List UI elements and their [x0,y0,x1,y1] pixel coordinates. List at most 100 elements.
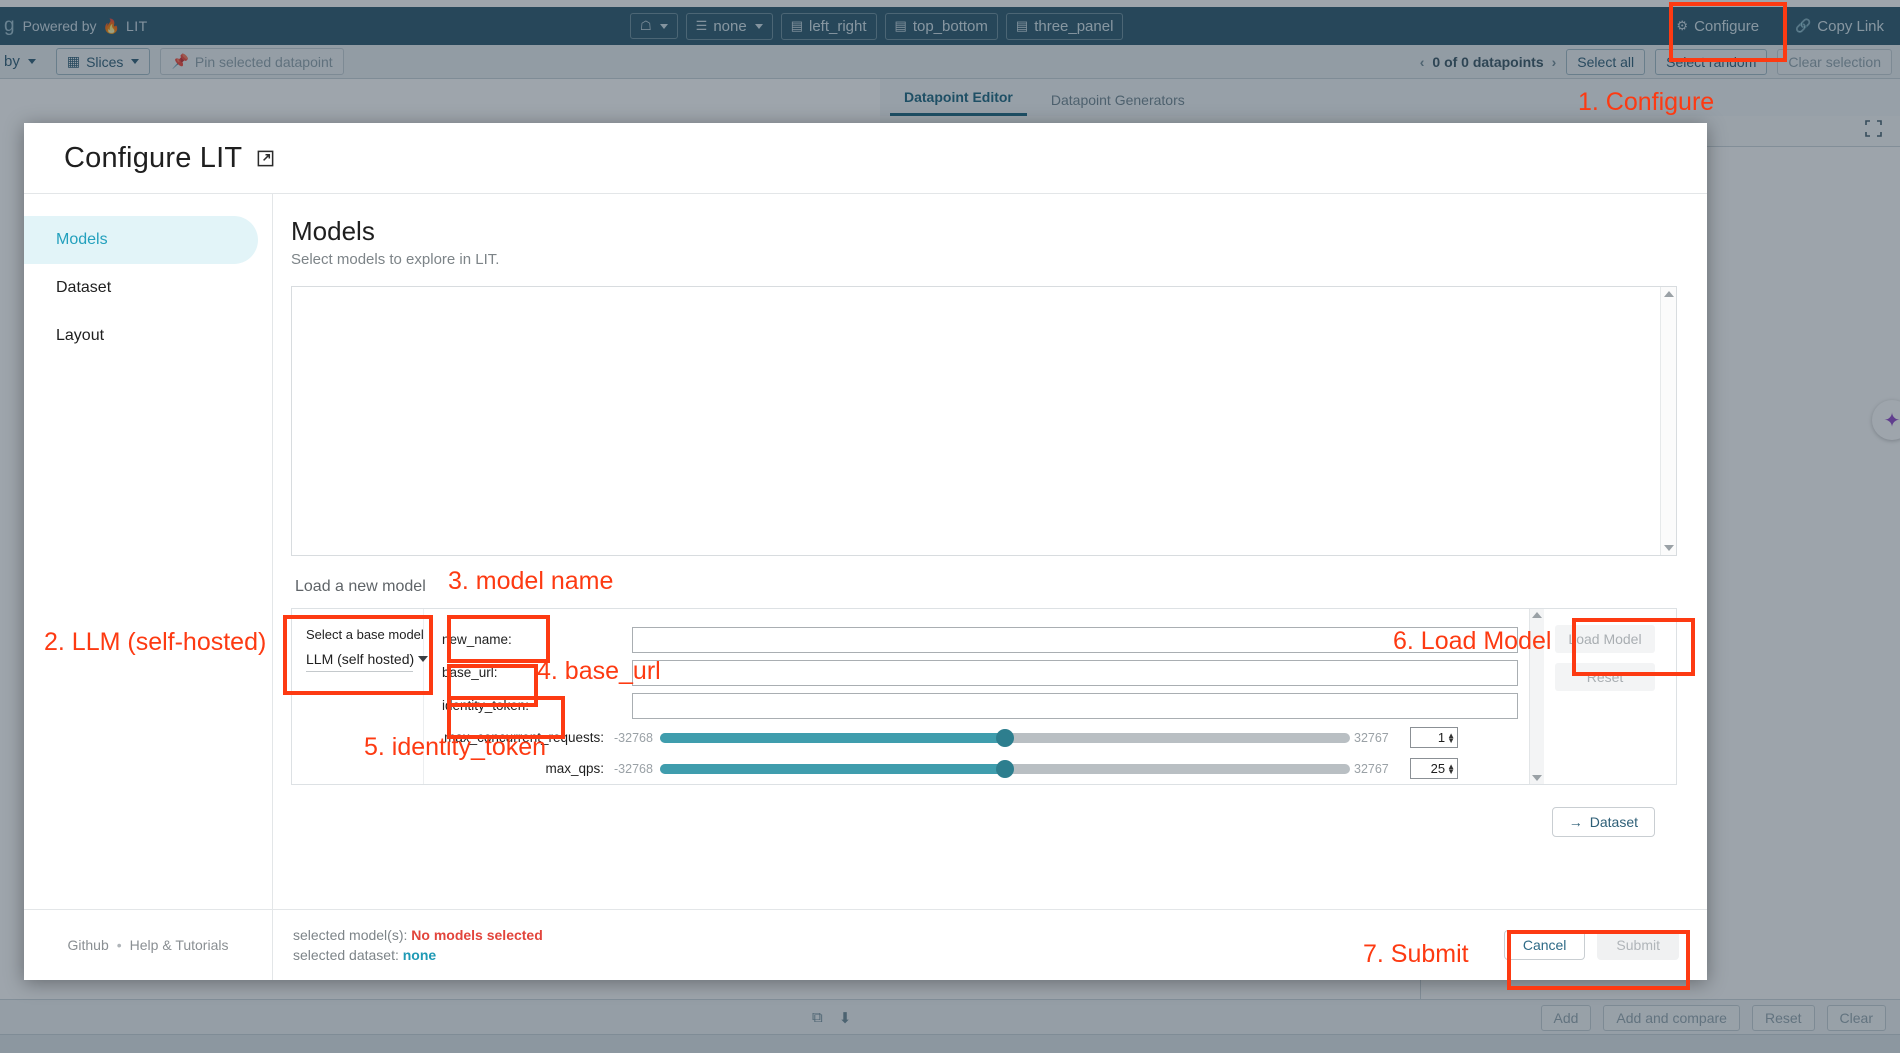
tab-datapoint-editor[interactable]: Datapoint Editor [890,89,1027,116]
stepper-arrows-icon[interactable]: ▲▼ [1447,764,1455,774]
clear-button[interactable]: Clear [1827,1005,1886,1031]
sidebar-item-models[interactable]: Models [24,216,258,264]
model-fields-column: new_name: base_url: identity_token: [424,609,1544,784]
layout-left-right-button[interactable]: ▤ left_right [781,13,877,40]
expand-icon[interactable] [1865,120,1882,141]
models-list-box[interactable] [291,286,1677,556]
layout-top-bottom-label: top_bottom [913,18,988,35]
cancel-button[interactable]: Cancel [1504,930,1586,960]
new-name-input[interactable] [632,627,1518,653]
scroll-up-icon[interactable] [1532,612,1542,618]
sub-toolbar-left: by ▦ Slices 📌 Pin selected datapoint [0,48,344,75]
scroll-up-icon[interactable] [1664,291,1674,297]
base-url-input[interactable] [632,660,1518,686]
new-name-label: new_name: [442,632,632,647]
load-model-button[interactable]: Load Model [1555,625,1655,653]
powered-by-label: Powered by [23,18,97,34]
chevron-down-icon [660,24,668,29]
slices-icon: ▦ [67,53,80,70]
goto-dataset-button[interactable]: → Dataset [1552,807,1655,837]
next-datapoint-icon[interactable]: › [1552,54,1557,70]
pin-datapoint-button[interactable]: 📌 Pin selected datapoint [160,48,343,75]
select-random-label: Select random [1666,54,1756,70]
stepper-arrows-icon[interactable]: ▲▼ [1447,733,1455,743]
selected-models-value: No models selected [411,927,543,943]
max-qps-slider[interactable] [660,764,1350,774]
external-link-icon[interactable] [256,149,275,168]
sub-toolbar: by ▦ Slices 📌 Pin selected datapoint ‹ 0… [0,45,1900,79]
copy-icon[interactable]: ⧉ [812,1009,823,1027]
slider-thumb[interactable] [996,760,1014,778]
max-qps-value: 25 [1431,761,1445,776]
max-qps-stepper[interactable]: 25 ▲▼ [1410,758,1458,779]
max-qps-min: -32768 [614,762,660,776]
copy-link-label: Copy Link [1817,18,1884,35]
github-link[interactable]: Github [68,937,109,953]
scroll-down-icon[interactable] [1532,775,1542,781]
models-list-scrollbar[interactable] [1660,287,1676,555]
sidebar-item-label: Models [56,231,108,249]
configure-button[interactable]: ⚙ Configure [1666,13,1769,40]
layout-none-label: none [713,18,746,35]
fields-scrollbar[interactable] [1529,609,1544,784]
pin-icon: 📌 [171,53,188,70]
layout-none-button[interactable]: ☰ none [686,13,773,40]
add-button[interactable]: Add [1541,1005,1592,1031]
submit-button[interactable]: Submit [1597,930,1679,960]
prev-datapoint-icon[interactable]: ‹ [1420,54,1425,70]
base-model-selected-value: LLM (self hosted) [306,651,414,667]
lit-label: LIT [126,18,148,34]
dialog-body: Models Dataset Layout Github • Help & Tu… [24,194,1707,980]
layout-switcher: ☖ ☰ none ▤ left_right ▤ top_bottom ▤ thr… [630,7,1123,45]
sidebar-item-label: Dataset [56,279,111,297]
slider-fill [660,764,1005,774]
layout-top-bottom-button[interactable]: ▤ top_bottom [885,13,998,40]
selection-status: selected model(s): No models selected se… [293,925,543,965]
loader-actions-column: Load Model Reset [1544,609,1676,784]
home-button[interactable]: ☖ [630,13,678,39]
help-tutorials-link[interactable]: Help & Tutorials [130,937,229,953]
top-bottom-icon: ▤ [895,18,907,34]
scroll-down-icon[interactable] [1664,545,1674,551]
compare-by-button[interactable]: by [0,48,46,75]
download-icon[interactable]: ⬇ [839,1009,852,1027]
clear-selection-button[interactable]: Clear selection [1777,49,1892,75]
max-qps-label: max_qps: [442,761,614,776]
select-random-button[interactable]: Select random [1655,49,1767,75]
reset-button[interactable]: Reset [1752,1005,1815,1031]
identity-token-input[interactable] [632,693,1518,719]
max-concurrent-requests-value: 1 [1438,730,1445,745]
dialog-main: Models Select models to explore in LIT. … [273,194,1707,980]
max-concurrent-requests-label: max_concurrent_requests: [442,730,614,745]
slider-row-max-concurrent-requests: max_concurrent_requests: -32768 32767 1 … [424,722,1544,753]
separator-dot: • [117,937,122,953]
dialog-header: Configure LIT [24,123,1707,194]
models-section: Models Select models to explore in LIT. … [273,194,1707,909]
status-strip [0,1034,1900,1053]
home-icon: ☖ [640,18,652,34]
add-and-compare-button[interactable]: Add and compare [1603,1005,1740,1031]
slider-row-max-qps: max_qps: -32768 32767 25 ▲▼ [424,753,1544,784]
bottom-bar: ⧉ ⬇ Add Add and compare Reset Clear [0,999,1900,1035]
layout-three-panel-button[interactable]: ▤ three_panel [1006,13,1124,40]
slider-thumb[interactable] [996,729,1014,747]
select-all-button[interactable]: Select all [1566,49,1645,75]
max-concurrent-requests-slider[interactable] [660,733,1350,743]
model-loader-panel: Select a base model LLM (self hosted) ne… [291,608,1677,785]
sidebar-item-dataset[interactable]: Dataset [24,264,258,312]
selected-dataset-label: selected dataset: [293,947,399,963]
compare-by-label: by [4,53,20,70]
base-model-select[interactable]: LLM (self hosted) [306,651,413,672]
datapoint-counter: ‹ 0 of 0 datapoints › [1420,54,1557,70]
copy-link-button[interactable]: 🔗 Copy Link [1785,13,1894,40]
sidebar-item-label: Layout [56,327,104,345]
tab-datapoint-generators[interactable]: Datapoint Generators [1037,92,1199,116]
layout-left-right-label: left_right [809,18,867,35]
chevron-down-icon [755,24,763,29]
top-toolbar: g Powered by 🔥 LIT ☖ ☰ none ▤ left_right… [0,7,1900,45]
slices-button[interactable]: ▦ Slices [56,48,151,75]
sidebar-item-layout[interactable]: Layout [24,312,258,360]
reset-model-button[interactable]: Reset [1555,663,1655,691]
brand: g Powered by 🔥 LIT [4,15,148,37]
max-concurrent-requests-stepper[interactable]: 1 ▲▼ [1410,727,1458,748]
